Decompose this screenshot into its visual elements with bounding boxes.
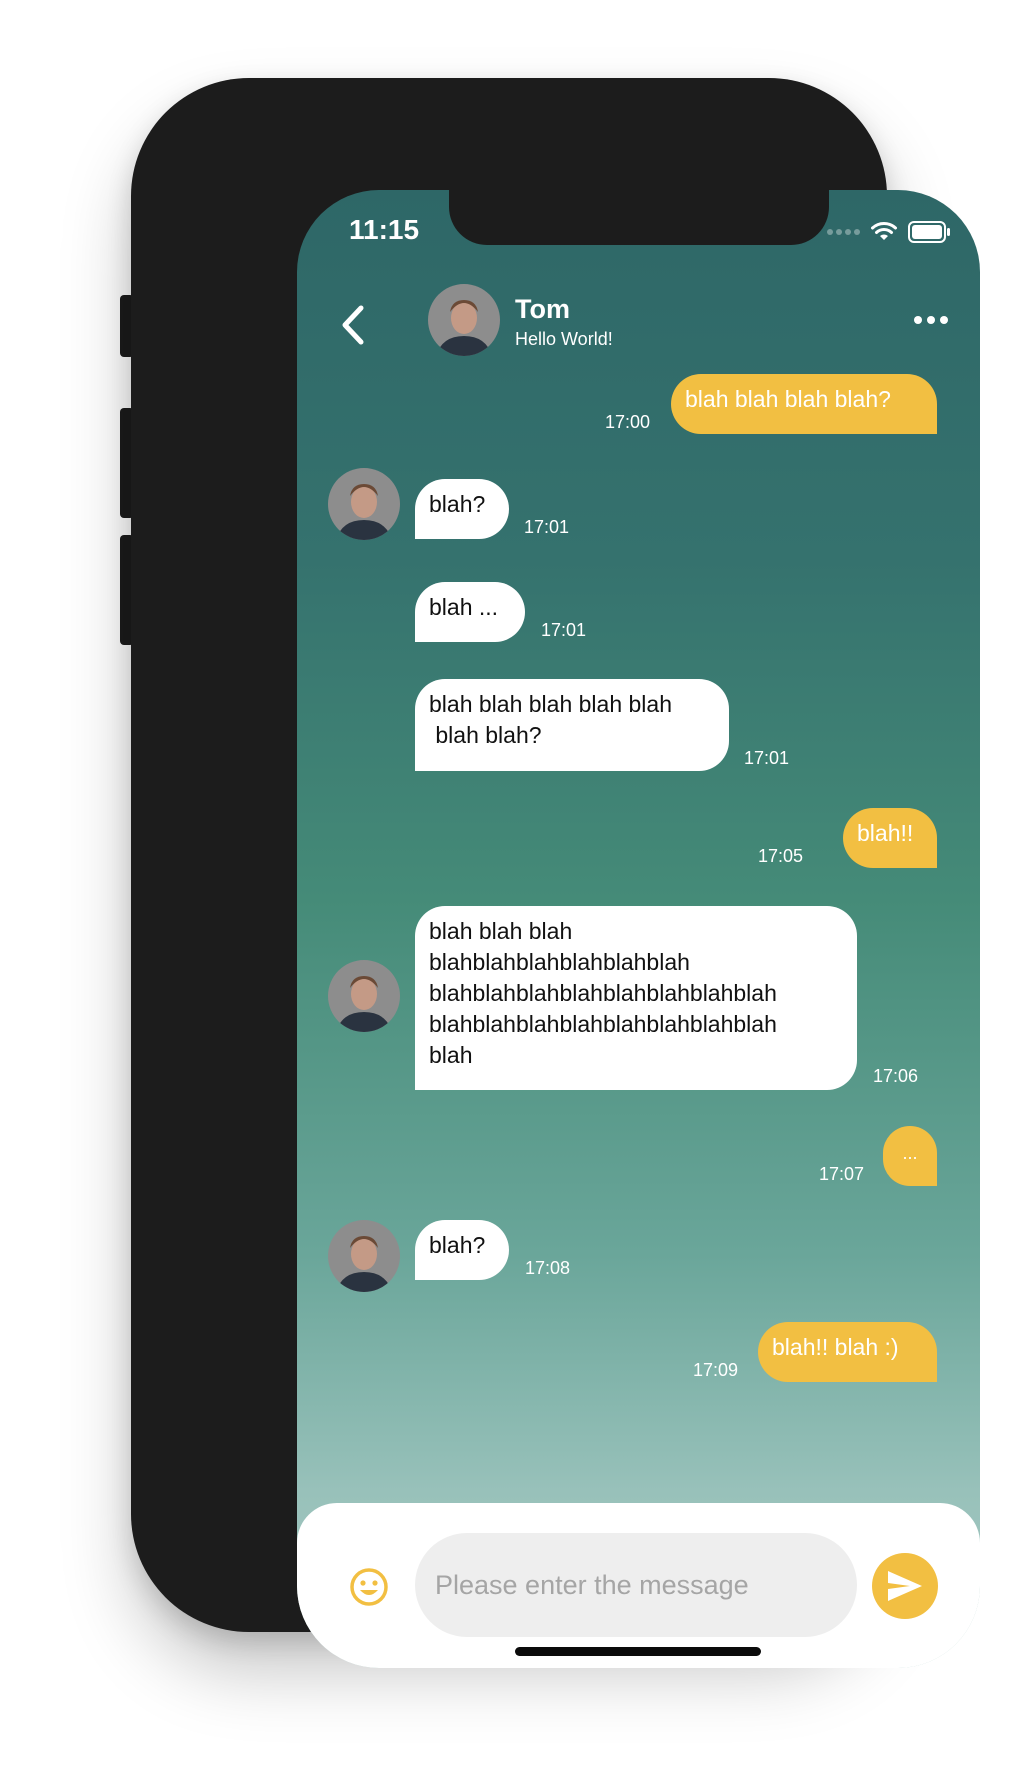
message-time: 17:01	[524, 517, 570, 537]
message-time: 17:08	[525, 1258, 571, 1278]
message-time: 17:05	[758, 846, 804, 866]
message-bubble-outgoing: blah!! blah :)	[758, 1322, 937, 1382]
message-time: 17:07	[819, 1164, 865, 1184]
message-time: 17:06	[873, 1066, 919, 1086]
phone-frame: 11:15 Tom Hello World! 17:00 blah blah b…	[131, 78, 980, 1668]
contact-avatar[interactable]	[428, 284, 500, 356]
smiley-icon[interactable]	[349, 1567, 389, 1607]
message-bubble-incoming: blah blah blah blahblahblahblahblahblah …	[415, 906, 857, 1090]
message-bubble-incoming: blah?	[415, 1220, 509, 1280]
message-time: 17:01	[541, 620, 587, 640]
message-time: 17:01	[744, 748, 790, 768]
contact-avatar	[328, 1220, 400, 1292]
message-time: 17:00	[605, 412, 651, 432]
status-time: 11:15	[349, 214, 420, 245]
notch	[449, 190, 829, 245]
wifi-icon	[871, 222, 897, 240]
message-bubble-outgoing: ...	[883, 1126, 937, 1186]
message-time: 17:09	[693, 1360, 739, 1380]
contact-avatar	[328, 468, 400, 540]
message-composer	[297, 1503, 980, 1668]
chat-screen: 11:15 Tom Hello World! 17:00 blah blah b…	[297, 190, 980, 1668]
message-bubble-incoming: blah?	[415, 479, 509, 539]
contact-status: Hello World!	[515, 329, 613, 349]
contact-avatar	[328, 960, 400, 1032]
send-button[interactable]	[872, 1553, 938, 1619]
home-indicator	[515, 1647, 761, 1656]
send-icon	[888, 1571, 922, 1601]
status-icons	[827, 220, 952, 244]
message-bubble-outgoing: blah blah blah blah?	[671, 374, 937, 434]
contact-name: Tom	[515, 294, 570, 324]
signal-icon	[827, 229, 860, 235]
more-options-button[interactable]	[914, 310, 950, 330]
battery-icon	[908, 221, 950, 243]
back-button[interactable]	[333, 300, 373, 350]
message-bubble-incoming: blah ...	[415, 582, 525, 642]
message-bubble-incoming: blah blah blah blah blah blah blah?	[415, 679, 729, 771]
message-input[interactable]	[415, 1533, 857, 1637]
message-bubble-outgoing: blah!!	[843, 808, 937, 868]
